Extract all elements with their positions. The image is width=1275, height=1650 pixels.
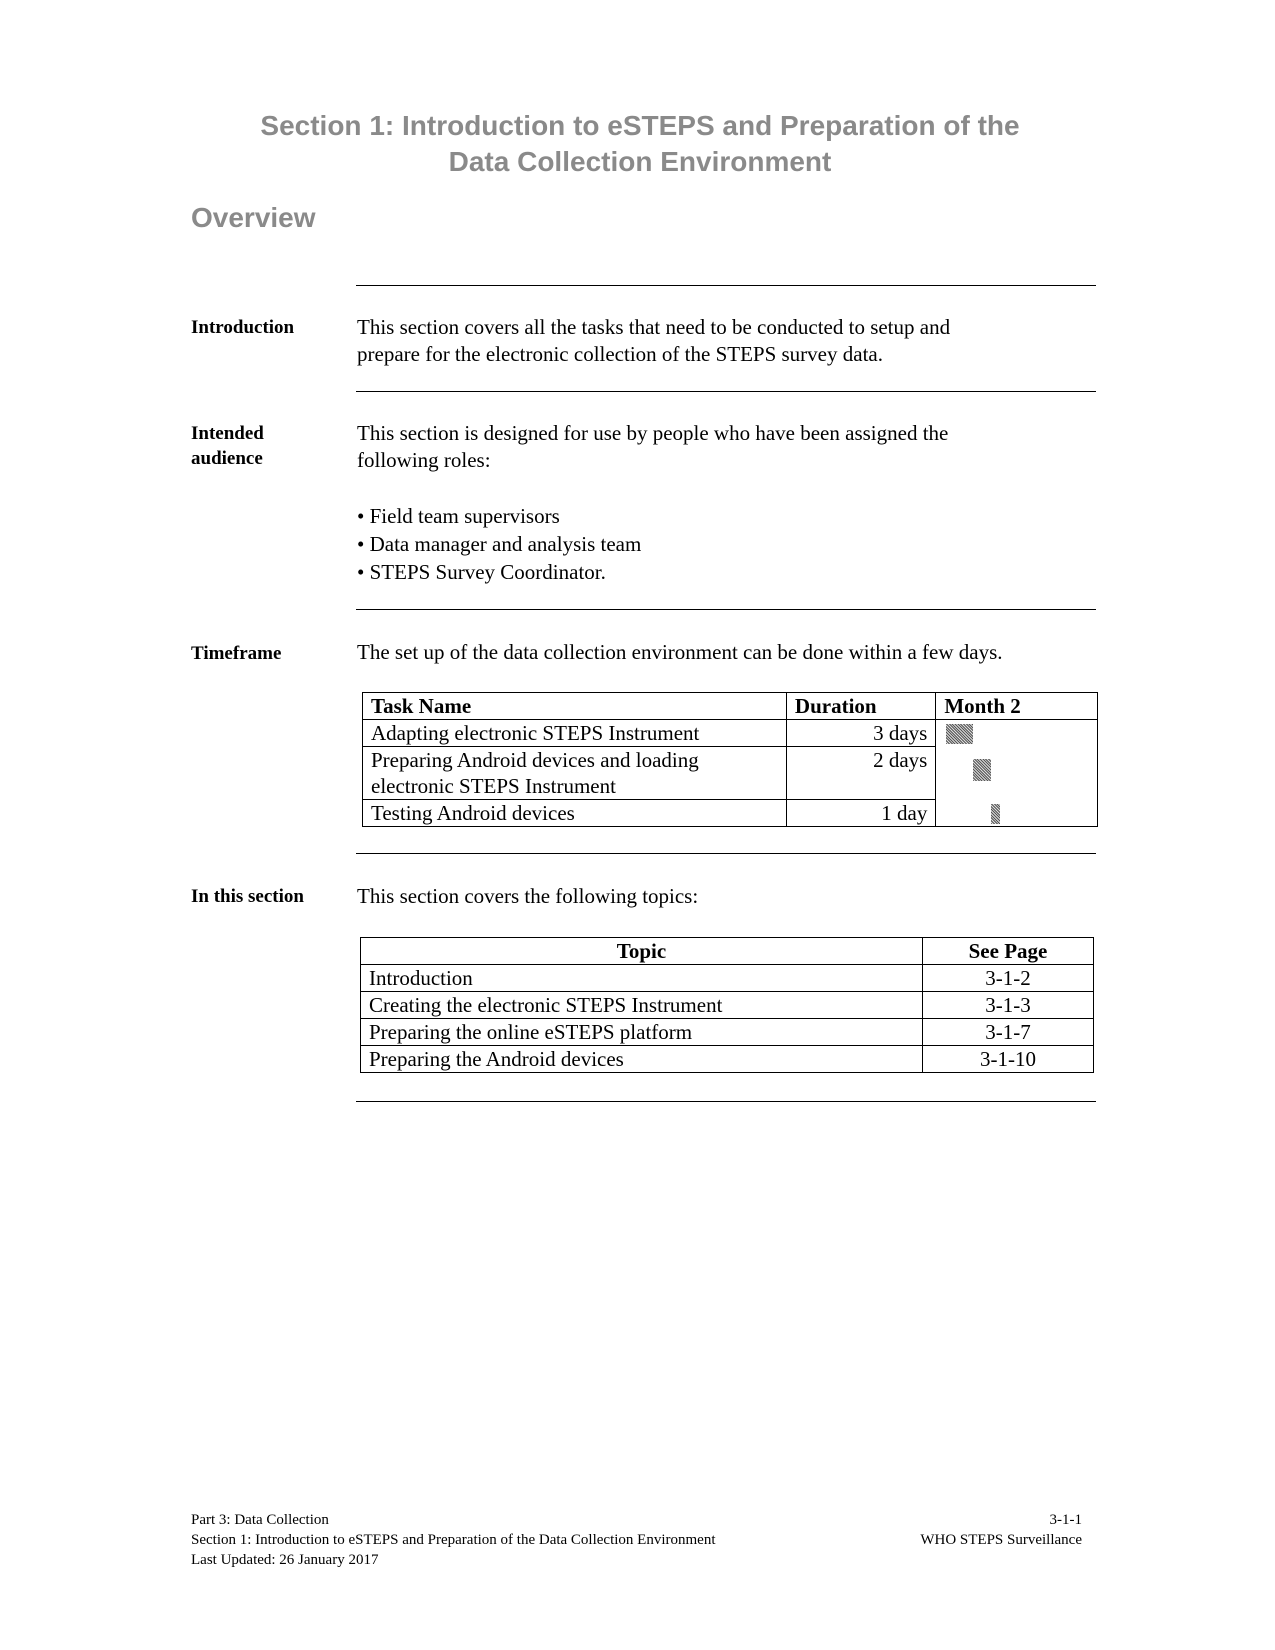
audience-text: This section is designed for use by peop… [357, 420, 1097, 474]
header-see-page: See Page [922, 937, 1094, 965]
table-header-row: Topic See Page [360, 937, 1094, 965]
task-name: Testing Android devices [371, 801, 575, 825]
role-item: • Field team supervisors [357, 502, 641, 530]
audience-text-line: following roles: [357, 448, 491, 472]
footer-part: Part 3: Data Collection [191, 1512, 329, 1528]
timeframe-table: Task Name Duration Month 2 Adapting elec… [362, 692, 1098, 827]
bullet-icon: • [357, 560, 370, 584]
footer-left: Part 3: Data Collection Section 1: Intro… [191, 1510, 715, 1570]
audience-text-line: This section is designed for use by peop… [357, 421, 949, 445]
header-duration: Duration [785, 692, 937, 720]
bullet-icon: • [357, 504, 370, 528]
duration-cell: 3 days [785, 719, 937, 747]
role-text: Data manager and analysis team [369, 532, 642, 556]
topic-cell[interactable]: Preparing the Android devices [360, 1045, 923, 1073]
table-row: Preparing the online eSTEPS platform 3-1… [360, 1018, 1094, 1046]
title-line-1: Section 1: Introduction to eSTEPS and Pr… [260, 110, 1020, 141]
task-name: electronic STEPS Instrument [371, 774, 616, 798]
topics-table: Topic See Page Introduction 3-1-2 Creati… [360, 937, 1094, 1073]
divider [356, 1101, 1096, 1102]
timeframe-label: Timeframe [191, 643, 282, 664]
introduction-text-line: This section covers all the tasks that n… [357, 315, 951, 339]
topic-cell[interactable]: Preparing the online eSTEPS platform [360, 1018, 923, 1046]
footer-last-updated: Last Updated: 26 January 2017 [191, 1552, 379, 1568]
page-cell: 3-1-3 [922, 991, 1094, 1019]
duration-cell: 2 days [785, 746, 937, 800]
overview-heading: Overview [191, 202, 316, 233]
audience-label-line: audience [191, 448, 263, 469]
header-month: Month 2 [935, 692, 1098, 720]
introduction-text: This section covers all the tasks that n… [357, 314, 1097, 368]
introduction-label: Introduction [191, 317, 295, 338]
header-task-name: Task Name [362, 692, 787, 720]
role-item: • STEPS Survey Coordinator. [357, 558, 641, 586]
footer-section: Section 1: Introduction to eSTEPS and Pr… [191, 1532, 716, 1548]
table-row: Introduction 3-1-2 [360, 964, 1094, 992]
timeframe-text: The set up of the data collection enviro… [357, 640, 1003, 664]
gantt-bar [973, 759, 992, 781]
task-name: Adapting electronic STEPS Instrument [371, 721, 700, 745]
in-this-section-label: In this section [191, 886, 304, 907]
gantt-cell [935, 719, 1098, 827]
in-this-section-text: This section covers the following topics… [357, 884, 699, 908]
duration-cell: 1 day [785, 799, 937, 827]
task-name-cell: Testing Android devices [362, 799, 787, 827]
task-name: Preparing Android devices and loading [371, 748, 699, 772]
audience-label-line: Intended [191, 423, 264, 444]
roles-list: • Field team supervisors • Data manager … [357, 502, 641, 586]
gantt-bar [991, 804, 1001, 824]
page-cell: 3-1-2 [922, 964, 1094, 992]
introduction-text-line: prepare for the electronic collection of… [357, 342, 883, 366]
audience-label: Intended audience [191, 421, 264, 471]
topic-cell[interactable]: Introduction [360, 964, 923, 992]
divider [356, 391, 1096, 392]
table-row: Adapting electronic STEPS Instrument 3 d… [362, 719, 1098, 827]
footer-org: WHO STEPS Surveillance [920, 1532, 1082, 1548]
bullet-icon: • [357, 532, 370, 556]
table-row: Creating the electronic STEPS Instrument… [360, 991, 1094, 1019]
title-line-2: Data Collection Environment [448, 146, 832, 177]
footer-right: 3-1-1 WHO STEPS Surveillance [920, 1510, 1082, 1550]
divider [356, 853, 1096, 854]
gantt-bar [946, 724, 974, 744]
table-header-row: Task Name Duration Month 2 [362, 692, 1098, 720]
table-row: Preparing the Android devices 3-1-10 [360, 1045, 1094, 1073]
role-text: Field team supervisors [369, 504, 560, 528]
divider [356, 285, 1096, 286]
header-topic: Topic [360, 937, 923, 965]
topic-cell[interactable]: Creating the electronic STEPS Instrument [360, 991, 923, 1019]
divider [356, 609, 1096, 610]
page-cell: 3-1-10 [922, 1045, 1094, 1073]
page-cell: 3-1-7 [922, 1018, 1094, 1046]
task-name-cell: Adapting electronic STEPS Instrument [362, 719, 787, 747]
page-number: 3-1-1 [1049, 1512, 1083, 1528]
role-item: • Data manager and analysis team [357, 530, 641, 558]
task-name-cell: Preparing Android devices and loading el… [362, 746, 787, 800]
page-title: Section 1: Introduction to eSTEPS and Pr… [180, 108, 1100, 180]
role-text: STEPS Survey Coordinator. [369, 560, 606, 584]
